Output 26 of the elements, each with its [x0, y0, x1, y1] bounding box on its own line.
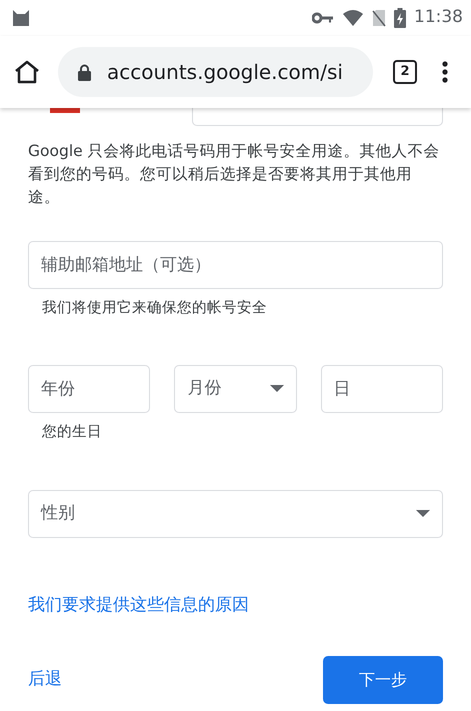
caret-icon	[416, 510, 430, 517]
battery-icon	[394, 8, 406, 28]
clock-time: 11:38	[414, 6, 463, 30]
caret-icon	[270, 385, 284, 392]
field-hint: 您的生日	[42, 422, 103, 442]
flag-icon	[50, 108, 80, 113]
gender-dropdown[interactable]: 性别	[28, 490, 443, 538]
address-bar[interactable]: accounts.google.com/si	[58, 47, 373, 97]
tab-count-button[interactable]: 2	[393, 60, 417, 84]
url-text: accounts.google.com/si	[107, 59, 343, 86]
reason-link[interactable]: 我们要求提供这些信息的原因	[28, 594, 249, 614]
key-icon	[312, 12, 334, 24]
cat-icon	[10, 7, 32, 29]
notice-text: Google 只会将此电话号码用于帐号安全用途。其他人不会看到您的号码。您可以稍后选择是否要将其用于其他用途。	[28, 141, 441, 208]
home-icon[interactable]	[14, 60, 40, 84]
field-hint: 我们将使用它来确保您的帐号安全	[42, 298, 268, 318]
date-field[interactable]: 年份	[28, 364, 150, 413]
no-sim-icon	[372, 9, 386, 27]
wifi-icon	[342, 9, 364, 27]
date-field[interactable]: 日	[320, 364, 443, 413]
lock-icon	[78, 64, 91, 80]
menu-icon[interactable]	[441, 60, 449, 84]
next-button[interactable]: 下一步	[323, 656, 443, 704]
email-field[interactable]: 辅助邮箱地址（可选）	[28, 241, 443, 289]
month-dropdown[interactable]: 月份	[174, 364, 297, 413]
back-link[interactable]: 后退	[28, 667, 62, 693]
